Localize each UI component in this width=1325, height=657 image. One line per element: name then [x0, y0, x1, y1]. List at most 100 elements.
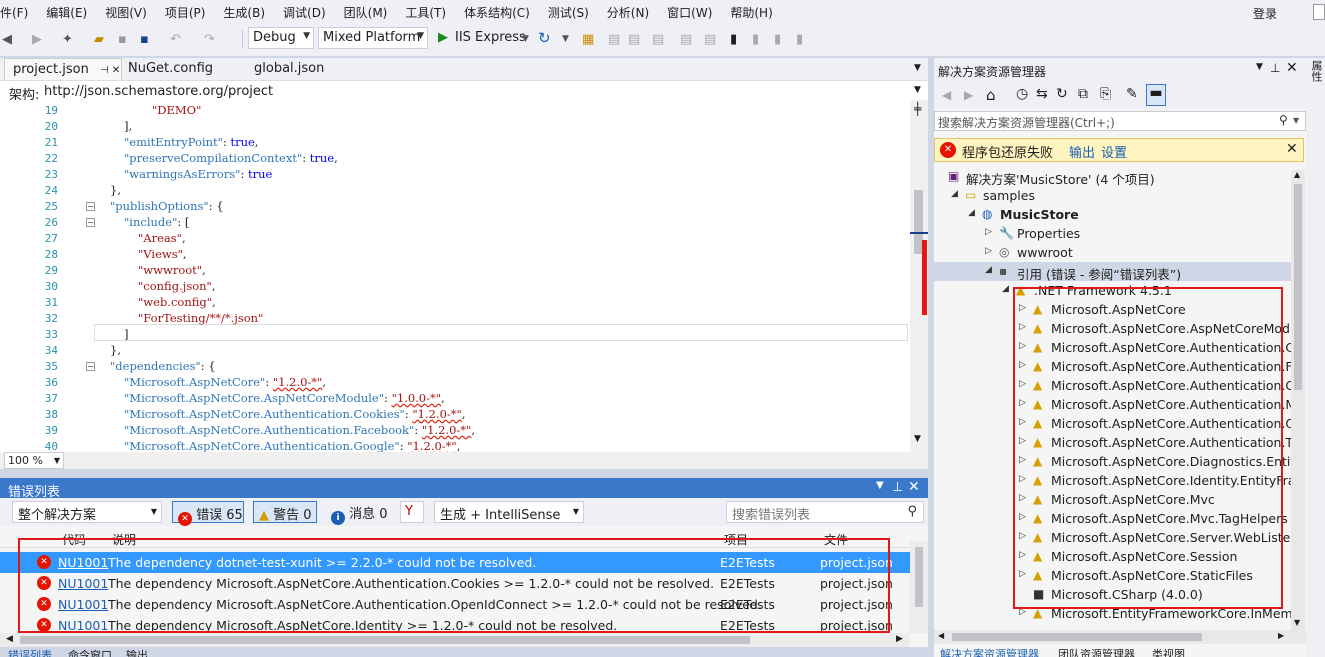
platform-dropdown[interactable]: Mixed Platform ▼: [318, 27, 428, 49]
error-scrollbar[interactable]: [910, 541, 928, 633]
close-icon[interactable]: ✕: [1286, 60, 1298, 76]
collapse-all-icon[interactable]: ⧉: [1078, 86, 1088, 102]
back-icon[interactable]: ◀: [2, 32, 12, 47]
zoom-dropdown[interactable]: 100 % ▼: [4, 452, 64, 469]
menu-item-12[interactable]: 帮助(H): [721, 4, 781, 21]
menu-item-2[interactable]: 视图(V): [96, 4, 156, 21]
tab-1[interactable]: NuGet.config: [120, 58, 221, 80]
tree-item[interactable]: ◢ ▭ samples: [934, 186, 1291, 205]
outdent-icon[interactable]: ▤: [704, 32, 716, 47]
scope-dropdown[interactable]: 整个解决方案 ▼: [12, 501, 162, 523]
expanded-arrow-icon[interactable]: ◢: [951, 189, 958, 199]
run-icon[interactable]: ▶: [438, 30, 448, 45]
menu-item-3[interactable]: 项目(P): [156, 4, 215, 21]
code-editor[interactable]: 19 "DEMO" 20], 21 "emitEntryPoint": true, 22 "…: [0, 100, 910, 452]
tree-item[interactable]: ▷ ◎ wwwroot: [934, 243, 1291, 262]
pin-icon[interactable]: ⊥: [1270, 61, 1280, 75]
bookmark-icon[interactable]: ▮: [730, 32, 737, 47]
pin-icon[interactable]: ⊥: [892, 480, 903, 495]
save-all-icon[interactable]: ▪: [140, 32, 149, 47]
menu-item-5[interactable]: 调试(D): [274, 4, 335, 21]
scroll-left-icon[interactable]: ◀: [6, 634, 13, 644]
comment-icon[interactable]: ▤: [652, 32, 664, 47]
scroll-thumb[interactable]: [952, 633, 1202, 641]
expanded-arrow-icon[interactable]: ◢: [985, 265, 992, 275]
run-label[interactable]: IIS Express: [455, 30, 526, 45]
menu-item-8[interactable]: 体系结构(C): [455, 4, 539, 21]
filter-button[interactable]: Y: [400, 501, 424, 523]
open-file-icon[interactable]: ▰: [94, 32, 104, 47]
messages-filter-button[interactable]: i 消息 0: [326, 501, 390, 525]
preview-icon[interactable]: ▬: [1146, 84, 1166, 106]
tab-2[interactable]: global.json: [246, 58, 332, 80]
dropdown-icon[interactable]: ▼: [1256, 62, 1263, 72]
redo-icon[interactable]: ↷: [204, 32, 215, 47]
menu-item-7[interactable]: 工具(T): [396, 4, 455, 21]
window-icon[interactable]: [1313, 4, 1325, 20]
close-icon[interactable]: ✕: [1286, 141, 1298, 157]
split-icon[interactable]: ╪: [914, 102, 921, 116]
next-bookmark-icon[interactable]: ▮: [774, 32, 781, 47]
schema-url[interactable]: http://json.schemastore.org/project: [44, 84, 273, 99]
scroll-down-icon[interactable]: ▼: [914, 434, 921, 444]
menu-item-1[interactable]: 编辑(E): [37, 4, 96, 21]
login-link[interactable]: 登录: [1253, 5, 1277, 22]
undo-icon[interactable]: ↶: [170, 32, 181, 47]
chevron-down-icon[interactable]: ▼: [522, 34, 529, 44]
uncomment-icon[interactable]: ▤: [680, 32, 692, 47]
warnings-filter-button[interactable]: ▲ 警告 0: [253, 501, 317, 523]
fold-toggle-icon[interactable]: −: [86, 202, 95, 211]
scroll-left-icon[interactable]: ◀: [938, 631, 944, 640]
scroll-thumb[interactable]: [20, 636, 750, 644]
bottom-tab-1[interactable]: 命令窗口: [68, 647, 112, 657]
error-search-input[interactable]: 搜索错误列表 ⚲: [726, 501, 924, 523]
back-icon[interactable]: ◀: [942, 88, 951, 102]
build-filter-dropdown[interactable]: 生成 + IntelliSense ▼: [434, 501, 584, 523]
chevron-down-icon[interactable]: ▼: [914, 85, 921, 95]
clear-bookmark-icon[interactable]: ▮: [796, 32, 803, 47]
solution-scrollbar[interactable]: ▲ ▼: [1291, 170, 1305, 630]
prev-bookmark-icon[interactable]: ▮: [752, 32, 759, 47]
fold-toggle-icon[interactable]: −: [86, 218, 95, 227]
solution-bottom-tab-0[interactable]: 解决方案资源管理器: [940, 646, 1039, 657]
new-project-icon[interactable]: ✦: [62, 32, 73, 47]
menu-item-6[interactable]: 团队(M): [335, 4, 397, 21]
tree-item[interactable]: ▷ 🔧 Properties: [934, 224, 1291, 243]
refresh-icon[interactable]: ↻: [1056, 86, 1068, 102]
solution-bottom-tab-1[interactable]: 团队资源管理器: [1058, 646, 1135, 657]
menu-item-9[interactable]: 测试(S): [539, 4, 598, 21]
collapsed-arrow-icon[interactable]: ▷: [985, 246, 992, 256]
home-icon[interactable]: ⌂: [986, 86, 996, 104]
solution-bottom-tab-2[interactable]: 类视图: [1152, 646, 1185, 657]
sync-icon[interactable]: ⇆: [1036, 86, 1048, 102]
refresh-icon[interactable]: ↻: [538, 29, 551, 47]
tree-item[interactable]: ◢ ▪ 引用 (错误 - 参阅“错误列表”): [934, 262, 1291, 282]
expanded-arrow-icon[interactable]: ◢: [1002, 284, 1009, 294]
forward-icon[interactable]: ▶: [964, 88, 973, 102]
chevron-down-icon[interactable]: ▼: [914, 63, 921, 73]
tab-0[interactable]: project.json ⊣ ✕: [4, 58, 122, 80]
show-all-files-icon[interactable]: ⎘: [1100, 86, 1111, 102]
config-dropdown[interactable]: Debug ▼: [248, 27, 314, 49]
menu-item-4[interactable]: 生成(B): [214, 4, 274, 21]
forward-icon[interactable]: ▶: [32, 32, 42, 47]
output-link[interactable]: 输出: [1069, 142, 1095, 161]
save-icon[interactable]: ▪: [118, 32, 127, 47]
error-hscrollbar[interactable]: ◀ ▶: [0, 633, 910, 647]
history-icon[interactable]: ◷: [1016, 86, 1028, 102]
chevron-down-icon[interactable]: ▼: [562, 34, 569, 44]
collapsed-arrow-icon[interactable]: ▷: [985, 227, 992, 237]
scroll-up-icon[interactable]: ▲: [1294, 170, 1300, 179]
expanded-arrow-icon[interactable]: ◢: [968, 208, 975, 218]
solution-search-input[interactable]: 搜索解决方案资源管理器(Ctrl+;) ⚲ ▼: [934, 111, 1306, 131]
tree-item[interactable]: ◢ ◍ MusicStore: [934, 205, 1291, 224]
bottom-tab-2[interactable]: 输出: [126, 647, 148, 657]
scroll-thumb[interactable]: [915, 547, 923, 607]
indent-icon[interactable]: ▤: [608, 32, 620, 47]
scroll-down-icon[interactable]: ▼: [1294, 618, 1300, 627]
solution-hscrollbar[interactable]: ◀ ▶: [934, 630, 1306, 644]
menu-item-10[interactable]: 分析(N): [598, 4, 658, 21]
close-icon[interactable]: ✕: [908, 479, 920, 495]
format-icon[interactable]: ▤: [628, 32, 640, 47]
properties-icon[interactable]: ✎: [1126, 86, 1138, 102]
